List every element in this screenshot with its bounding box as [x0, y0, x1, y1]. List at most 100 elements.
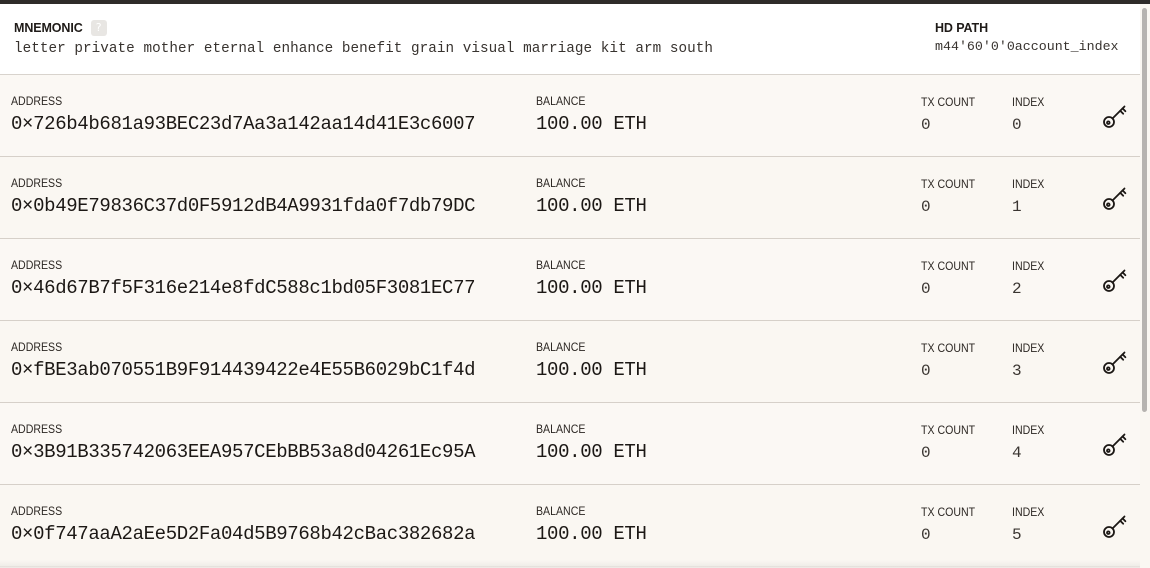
mnemonic-header: MNEMONIC ? letter private mother eternal…: [0, 4, 1140, 75]
index-value: 2: [1012, 280, 1022, 298]
index-field: INDEX 1: [1012, 179, 1047, 216]
address-field: ADDRESS 0×0f747aaA2aEe5D2Fa04d5B9768b42c…: [11, 506, 476, 545]
index-value: 5: [1012, 526, 1022, 544]
show-keys-button[interactable]: [1100, 183, 1130, 213]
accounts-list: ADDRESS 0×726b4b681a93BEC23d7Aa3a142aa14…: [0, 75, 1140, 567]
address-label: ADDRESS: [11, 342, 63, 354]
balance-value: 100.00 ETH: [536, 359, 647, 381]
balance-value: 100.00 ETH: [536, 113, 647, 135]
address-field: ADDRESS 0×3B91B335742063EEA957CEbBB53a8d…: [11, 424, 476, 463]
hd-path-label: HD PATH: [935, 21, 988, 35]
index-field: INDEX 3: [1012, 343, 1047, 380]
tx-count-value: 0: [921, 116, 931, 134]
account-row-3: ADDRESS 0×fBE3ab070551B9F914439422e4E55B…: [0, 321, 1140, 403]
account-row-5: ADDRESS 0×0f747aaA2aEe5D2Fa04d5B9768b42c…: [0, 485, 1140, 567]
address-label: ADDRESS: [11, 424, 63, 436]
tx-count-label: TX COUNT: [921, 425, 976, 437]
tx-count-value: 0: [921, 362, 931, 380]
mnemonic-title: MNEMONIC ?: [14, 20, 713, 36]
hd-path-section: HD PATH m44'60'0'0account_index: [935, 20, 1119, 54]
address-label: ADDRESS: [11, 178, 63, 190]
account-row-4: ADDRESS 0×3B91B335742063EEA957CEbBB53a8d…: [0, 403, 1140, 485]
key-icon: [1103, 515, 1127, 538]
tx-count-label: TX COUNT: [921, 97, 976, 109]
mnemonic-phrase: letter private mother eternal enhance be…: [14, 41, 713, 57]
balance-label: BALANCE: [536, 178, 586, 190]
tx-count-label: TX COUNT: [921, 507, 976, 519]
account-row-0: ADDRESS 0×726b4b681a93BEC23d7Aa3a142aa14…: [0, 75, 1140, 157]
balance-label: BALANCE: [536, 260, 586, 272]
balance-field: BALANCE 100.00 ETH: [536, 342, 647, 381]
tx-count-field: TX COUNT 0: [921, 507, 980, 544]
address-value: 0×726b4b681a93BEC23d7Aa3a142aa14d41E3c60…: [11, 113, 476, 135]
tx-count-field: TX COUNT 0: [921, 425, 980, 462]
scrollbar-thumb[interactable]: [1142, 8, 1147, 412]
key-icon: [1103, 351, 1127, 374]
tx-count-field: TX COUNT 0: [921, 97, 980, 134]
index-value: 0: [1012, 116, 1022, 134]
address-value: 0×3B91B335742063EEA957CEbBB53a8d04261Ec9…: [11, 441, 476, 463]
balance-field: BALANCE 100.00 ETH: [536, 424, 647, 463]
index-value: 4: [1012, 444, 1022, 462]
balance-field: BALANCE 100.00 ETH: [536, 260, 647, 299]
balance-field: BALANCE 100.00 ETH: [536, 96, 647, 135]
address-field: ADDRESS 0×46d67B7f5F316e214e8fdC588c1bd0…: [11, 260, 476, 299]
show-keys-button[interactable]: [1100, 347, 1130, 377]
index-field: INDEX 4: [1012, 425, 1047, 462]
show-keys-button[interactable]: [1100, 265, 1130, 295]
show-keys-button[interactable]: [1100, 101, 1130, 131]
account-row-1: ADDRESS 0×0b49E79836C37d0F5912dB4A9931fd…: [0, 157, 1140, 239]
address-field: ADDRESS 0×0b49E79836C37d0F5912dB4A9931fd…: [11, 178, 476, 217]
index-field: INDEX 2: [1012, 261, 1047, 298]
address-label: ADDRESS: [11, 506, 63, 518]
index-field: INDEX 5: [1012, 507, 1047, 544]
index-value: 1: [1012, 198, 1022, 216]
tx-count-field: TX COUNT 0: [921, 343, 980, 380]
tx-count-value: 0: [921, 526, 931, 544]
address-label: ADDRESS: [11, 96, 63, 108]
hd-path-value: m44'60'0'0account_index: [935, 39, 1119, 54]
index-label: INDEX: [1012, 507, 1045, 519]
address-value: 0×0f747aaA2aEe5D2Fa04d5B9768b42cBac38268…: [11, 523, 476, 545]
balance-label: BALANCE: [536, 342, 586, 354]
address-value: 0×46d67B7f5F316e214e8fdC588c1bd05F3081EC…: [11, 277, 476, 299]
balance-field: BALANCE 100.00 ETH: [536, 178, 647, 217]
index-label: INDEX: [1012, 97, 1045, 109]
address-value: 0×0b49E79836C37d0F5912dB4A9931fda0f7db79…: [11, 195, 476, 217]
index-label: INDEX: [1012, 261, 1045, 273]
key-icon: [1103, 105, 1127, 128]
tx-count-field: TX COUNT 0: [921, 261, 980, 298]
address-field: ADDRESS 0×fBE3ab070551B9F914439422e4E55B…: [11, 342, 476, 381]
help-icon[interactable]: ?: [90, 20, 107, 36]
balance-label: BALANCE: [536, 96, 586, 108]
key-icon: [1103, 187, 1127, 210]
tx-count-label: TX COUNT: [921, 261, 976, 273]
index-label: INDEX: [1012, 179, 1045, 191]
address-label: ADDRESS: [11, 260, 63, 272]
address-field: ADDRESS 0×726b4b681a93BEC23d7Aa3a142aa14…: [11, 96, 476, 135]
show-keys-button[interactable]: [1100, 511, 1130, 541]
account-row-2: ADDRESS 0×46d67B7f5F316e214e8fdC588c1bd0…: [0, 239, 1140, 321]
balance-field: BALANCE 100.00 ETH: [536, 506, 647, 545]
tx-count-value: 0: [921, 444, 931, 462]
balance-label: BALANCE: [536, 424, 586, 436]
vertical-scrollbar[interactable]: [1140, 4, 1150, 568]
key-icon: [1103, 433, 1127, 456]
tx-count-value: 0: [921, 280, 931, 298]
index-label: INDEX: [1012, 343, 1045, 355]
tx-count-value: 0: [921, 198, 931, 216]
tx-count-label: TX COUNT: [921, 343, 976, 355]
index-value: 3: [1012, 362, 1022, 380]
tx-count-label: TX COUNT: [921, 179, 976, 191]
show-keys-button[interactable]: [1100, 429, 1130, 459]
key-icon: [1103, 269, 1127, 292]
balance-value: 100.00 ETH: [536, 441, 647, 463]
index-field: INDEX 0: [1012, 97, 1047, 134]
balance-value: 100.00 ETH: [536, 523, 647, 545]
balance-value: 100.00 ETH: [536, 277, 647, 299]
tx-count-field: TX COUNT 0: [921, 179, 980, 216]
index-label: INDEX: [1012, 425, 1045, 437]
mnemonic-label: MNEMONIC: [14, 21, 83, 35]
bottom-shadow: [0, 560, 1140, 568]
address-value: 0×fBE3ab070551B9F914439422e4E55B6029bC1f…: [11, 359, 476, 381]
